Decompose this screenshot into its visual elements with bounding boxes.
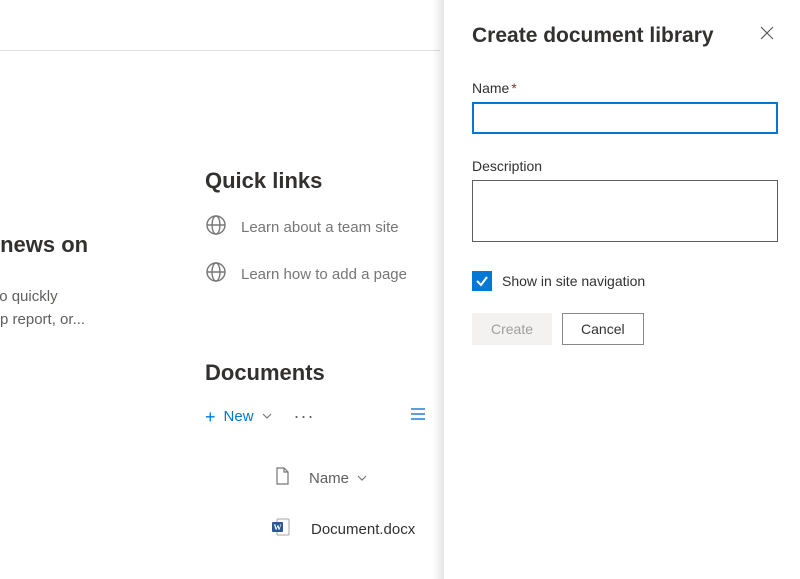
chevron-down-icon xyxy=(357,475,367,481)
file-type-icon xyxy=(275,467,289,489)
create-library-panel: Create document library Name* Descriptio… xyxy=(444,0,800,579)
document-row[interactable]: W Document.docx xyxy=(205,517,435,542)
show-in-nav-row: Show in site navigation xyxy=(472,271,778,291)
panel-header: Create document library xyxy=(472,24,778,48)
panel-title: Create document library xyxy=(472,24,714,48)
close-icon xyxy=(760,26,774,40)
name-label: Name* xyxy=(472,80,778,96)
globe-icon xyxy=(205,214,227,241)
view-options-button[interactable] xyxy=(411,407,435,426)
column-name[interactable]: Name xyxy=(309,470,367,487)
word-file-icon: W xyxy=(271,517,291,542)
documents-section: Documents + New ··· xyxy=(205,360,435,542)
name-input[interactable] xyxy=(472,102,778,134)
quick-link-label: Learn about a team site xyxy=(241,219,399,236)
document-filename: Document.docx xyxy=(311,521,415,538)
chevron-down-icon xyxy=(262,411,272,422)
quick-link-add-page[interactable]: Learn how to add a page xyxy=(205,261,435,288)
new-button-label: New xyxy=(224,408,254,425)
documents-title: Documents xyxy=(205,360,435,386)
show-in-nav-label: Show in site navigation xyxy=(502,273,645,289)
description-label: Description xyxy=(472,158,778,174)
news-title-fragment: with news on xyxy=(0,232,180,258)
close-button[interactable] xyxy=(756,24,778,46)
quick-link-label: Learn how to add a page xyxy=(241,266,407,283)
create-button[interactable]: Create xyxy=(472,313,552,345)
plus-icon: + xyxy=(205,408,216,426)
svg-text:W: W xyxy=(274,523,282,532)
description-input[interactable] xyxy=(472,180,778,242)
documents-toolbar: + New ··· xyxy=(205,406,435,427)
quick-links-title: Quick links xyxy=(205,168,435,194)
show-in-nav-checkbox[interactable] xyxy=(472,271,492,291)
background-page: with news on e able to quickly date, tri… xyxy=(0,0,440,579)
check-icon xyxy=(475,274,489,288)
description-field-group: Description xyxy=(472,158,778,247)
cancel-button[interactable]: Cancel xyxy=(562,313,644,345)
news-body: e able to quickly date, trip report, or.… xyxy=(0,286,180,331)
quick-links-section: Quick links Learn about a team site Lear… xyxy=(205,168,435,308)
divider xyxy=(0,50,440,51)
globe-icon xyxy=(205,261,227,288)
quick-link-team-site[interactable]: Learn about a team site xyxy=(205,214,435,241)
required-indicator: * xyxy=(511,80,516,96)
news-section: with news on e able to quickly date, tri… xyxy=(0,232,180,331)
new-button[interactable]: + New xyxy=(205,408,272,426)
more-actions-button[interactable]: ··· xyxy=(294,406,315,427)
documents-column-header: Name xyxy=(205,467,435,489)
panel-button-row: Create Cancel xyxy=(472,313,778,345)
name-field-group: Name* xyxy=(472,80,778,134)
